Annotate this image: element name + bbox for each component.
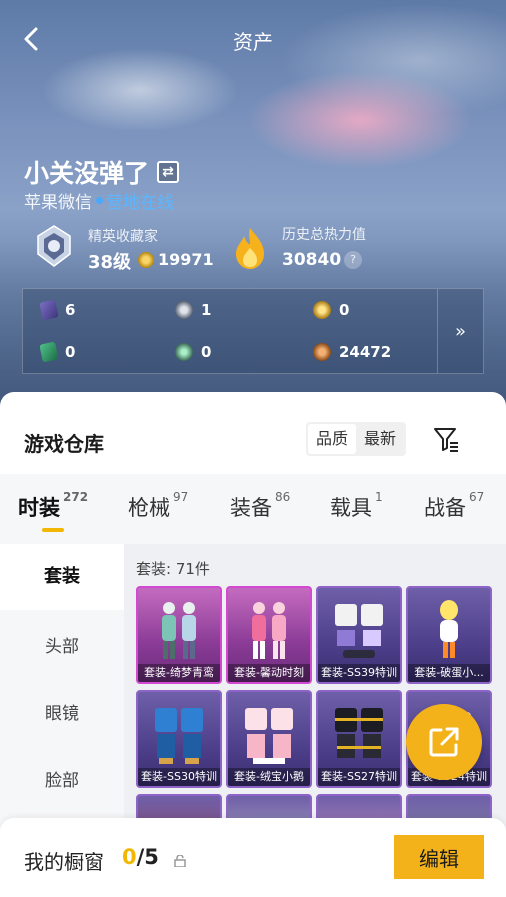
item-card[interactable]: 套装-馨动时刻 (226, 586, 312, 684)
purple-card-icon (39, 299, 59, 321)
tab-vehicles[interactable]: 载具 1 (330, 490, 383, 522)
outfit-figure-icon (245, 708, 293, 764)
online-status-text: 营地在线 (106, 193, 174, 213)
rank-title: 精英收藏家 (88, 229, 158, 245)
showcase-count: 0/5 (122, 845, 159, 869)
page-title: 资产 (233, 30, 273, 54)
coin-icon (138, 251, 154, 268)
tab-equipment[interactable]: 装备 86 (230, 490, 290, 522)
item-label: 套装-SS30特训 (138, 768, 220, 786)
side-item-suit[interactable]: 套装 (0, 544, 124, 610)
item-card[interactable]: 套装-绒宝小鹅 (226, 690, 312, 788)
heat-value: 30840 (282, 250, 342, 270)
filter-icon[interactable] (432, 425, 460, 453)
side-item-glasses[interactable]: 眼镜 (0, 699, 124, 724)
coin-value: 19971 (158, 250, 214, 269)
stat-item: 6 (39, 299, 75, 321)
flame-icon (230, 226, 270, 270)
switch-account-icon[interactable]: ⇄ (157, 161, 180, 183)
username: 小关没弹了 ⇄ (24, 154, 180, 190)
side-item-face[interactable]: 脸部 (0, 766, 124, 791)
item-label: 套装-绮梦青鸾 (138, 664, 220, 682)
item-label: 套装-馨动时刻 (228, 664, 310, 682)
stat-item: 24472 (313, 343, 391, 361)
sort-quality-button[interactable]: 品质 (308, 424, 356, 454)
rank-badge-icon[interactable] (34, 224, 74, 268)
side-item-head[interactable]: 头部 (0, 632, 124, 657)
account-status: 苹果微信 营地在线 (24, 188, 174, 213)
collection-points: 19971 (138, 250, 214, 269)
sort-toggle: 品质 最新 (306, 422, 406, 456)
help-icon[interactable]: ? (344, 251, 362, 269)
green-card-icon (39, 341, 59, 363)
rank-level: 38级 (88, 252, 132, 273)
item-card[interactable]: 套装-绮梦青鸾 (136, 586, 222, 684)
online-dot-icon (96, 197, 103, 204)
item-card[interactable]: 套装-SS39特训 (316, 586, 402, 684)
bronze-coin-icon (313, 343, 331, 361)
item-count: 套装: 71件 (136, 560, 210, 578)
username-text: 小关没弹了 (24, 159, 150, 188)
tab-weapons[interactable]: 枪械 97 (128, 490, 188, 522)
outfit-figure-icon (252, 602, 286, 659)
item-label: 套装-绒宝小鹅 (228, 768, 310, 786)
share-button[interactable] (406, 704, 482, 780)
item-card[interactable]: 套装-SS27特训 (316, 690, 402, 788)
stat-item: 0 (175, 343, 211, 361)
outfit-figure-icon (440, 600, 458, 658)
outfit-figure-icon (335, 708, 383, 758)
item-label: 套装-SS27特训 (318, 768, 400, 786)
sort-latest-button[interactable]: 最新 (356, 424, 404, 454)
green-orb-icon (175, 343, 193, 361)
external-link-icon (429, 727, 459, 757)
tab-gear[interactable]: 战备 67 (424, 490, 484, 522)
chevron-right-double-icon[interactable]: » (437, 289, 483, 373)
item-card[interactable]: 套装-SS30特训 (136, 690, 222, 788)
outfit-figure-icon (162, 602, 196, 659)
tab-fashion[interactable]: 时装 272 (18, 490, 88, 532)
heat-title: 历史总热力值 (282, 227, 366, 243)
active-tab-indicator (42, 528, 64, 532)
silver-medal-icon (175, 301, 193, 319)
lock-icon (174, 852, 186, 868)
currency-panel[interactable]: 6 1 0 0 0 24472 » (22, 288, 484, 374)
item-label: 套装-破蛋小... (408, 664, 490, 682)
outfit-figure-icon (335, 604, 383, 658)
item-card[interactable]: 套装-破蛋小... (406, 586, 492, 684)
category-tabs: 时装 272 枪械 97 装备 86 载具 1 战备 67 (0, 474, 506, 544)
outfit-figure-icon (155, 708, 203, 764)
stat-item: 0 (313, 301, 349, 319)
gold-medal-icon (313, 301, 331, 319)
assets-screen: 资产 小关没弹了 ⇄ 苹果微信 营地在线 精英收藏家 38级 19971 历史总… (0, 0, 506, 897)
stat-item: 1 (175, 301, 211, 319)
edit-button[interactable]: 编辑 (394, 835, 484, 879)
item-label: 套装-SS39特训 (318, 664, 400, 682)
stat-item: 0 (39, 341, 75, 363)
showcase-bar: 我的橱窗 0/5 编辑 (0, 818, 506, 897)
platform-text: 苹果微信 (24, 193, 92, 213)
warehouse-title: 游戏仓库 (24, 432, 104, 456)
showcase-label: 我的橱窗 (24, 850, 104, 874)
